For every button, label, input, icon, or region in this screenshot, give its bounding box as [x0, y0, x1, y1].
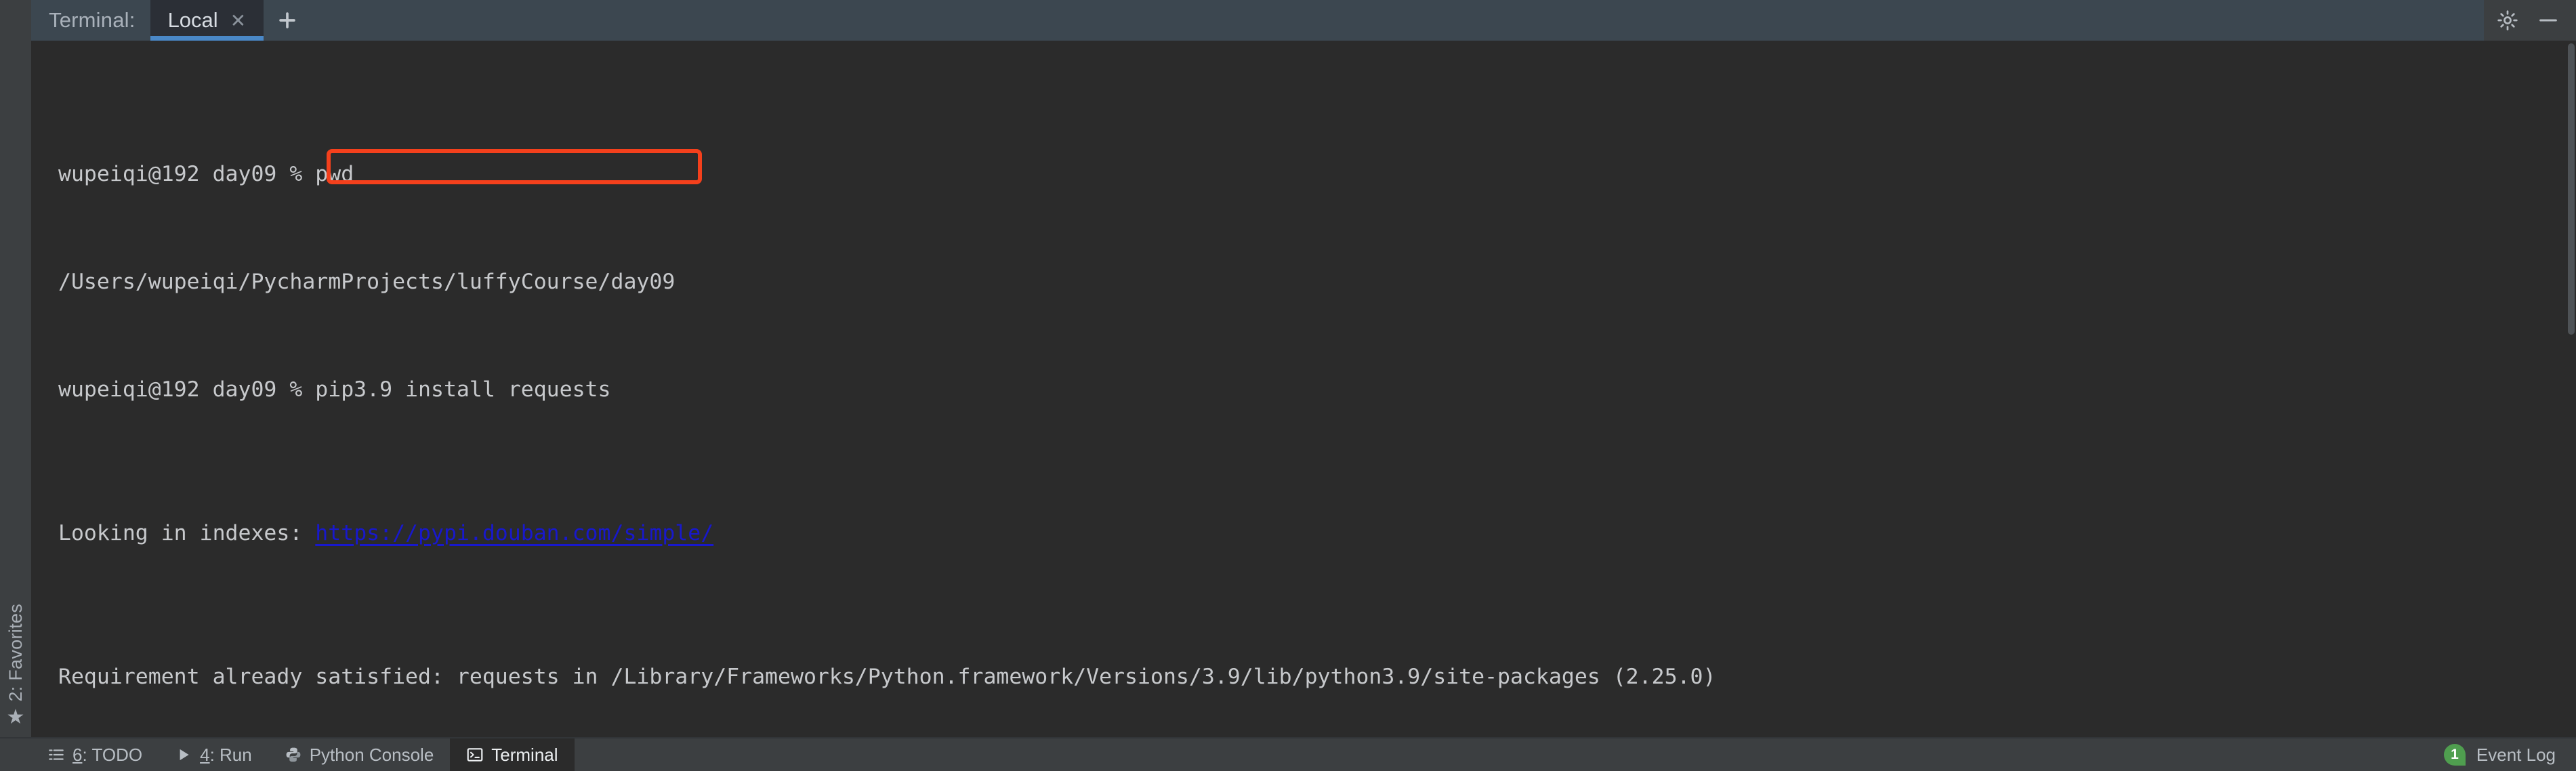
terminal-line: Requirement already satisfied: requests … — [58, 659, 2576, 695]
minimize-icon[interactable] — [2537, 9, 2560, 32]
terminal-toolbar: Terminal: Local ✕ — [0, 0, 2576, 41]
index-url-link[interactable]: https://pypi.douban.com/simple/ — [315, 521, 713, 545]
favorites-label: 2: Favorites — [5, 604, 26, 702]
status-item-text: : Run — [210, 745, 252, 765]
tab-label: Local — [168, 8, 218, 33]
left-tool-strip: 2: Favorites ★ — [0, 41, 31, 737]
status-item-terminal[interactable]: Terminal — [450, 738, 574, 771]
terminal-icon — [466, 746, 484, 764]
status-bar: 6: TODO 4: Run Python Console — [0, 737, 2576, 771]
terminal-scrollbar[interactable] — [2567, 41, 2576, 737]
status-item-event-log[interactable]: 1 Event Log — [2424, 744, 2576, 766]
terminal-output-pane[interactable]: wupeiqi@192 day09 % pwd /Users/wupeiqi/P… — [31, 41, 2576, 737]
toolbar-right-controls — [2484, 0, 2576, 41]
run-play-icon — [175, 746, 192, 764]
terminal-line-index-url: Looking in indexes: https://pypi.douban.… — [58, 516, 2576, 551]
pycharm-window: Terminal: Local ✕ — [0, 0, 2576, 771]
status-item-run[interactable]: 4: Run — [159, 738, 268, 771]
add-tab-icon[interactable] — [264, 0, 311, 41]
status-item-mnemonic: 4 — [200, 745, 209, 765]
terminal-tab-local[interactable]: Local ✕ — [150, 0, 264, 41]
editor-body: 2: Favorites ★ wupeiqi@192 day09 % pwd /… — [0, 41, 2576, 737]
close-icon[interactable]: ✕ — [230, 12, 246, 30]
terminal-line: /Users/wupeiqi/PycharmProjects/luffyCour… — [58, 264, 2576, 300]
tabstrip-filler — [311, 0, 2484, 41]
todo-list-icon — [47, 746, 65, 764]
gear-icon[interactable] — [2496, 9, 2519, 32]
sidebar-item-favorites[interactable]: 2: Favorites ★ — [0, 604, 31, 728]
terminal-scrollbar-thumb[interactable] — [2568, 43, 2575, 335]
status-bar-tools: 6: TODO 4: Run Python Console — [31, 738, 575, 771]
status-item-python-console[interactable]: Python Console — [268, 738, 451, 771]
terminal-line-command: wupeiqi@192 day09 % pip3.9 install reque… — [58, 372, 2576, 408]
status-item-mnemonic: 6 — [72, 745, 82, 765]
toolbar-left-gutter — [0, 0, 31, 41]
status-item-label: Terminal — [491, 745, 558, 766]
status-item-label: 6: TODO — [72, 745, 142, 766]
star-icon: ★ — [7, 707, 25, 728]
status-item-label: Python Console — [310, 745, 434, 766]
status-item-todo[interactable]: 6: TODO — [31, 738, 159, 771]
status-item-label: 4: Run — [200, 745, 252, 766]
tool-window-label: Terminal: — [31, 0, 150, 41]
event-log-label: Event Log — [2476, 745, 2556, 766]
event-log-badge: 1 — [2444, 744, 2466, 766]
terminal-tabstrip: Terminal: Local ✕ — [31, 0, 2484, 41]
terminal-line-text: Looking in indexes: — [58, 521, 315, 545]
python-icon — [285, 746, 302, 764]
status-item-text: : TODO — [82, 745, 142, 765]
terminal-line: wupeiqi@192 day09 % pwd — [58, 157, 2576, 192]
terminal-lines: wupeiqi@192 day09 % pwd /Users/wupeiqi/P… — [31, 41, 2576, 737]
